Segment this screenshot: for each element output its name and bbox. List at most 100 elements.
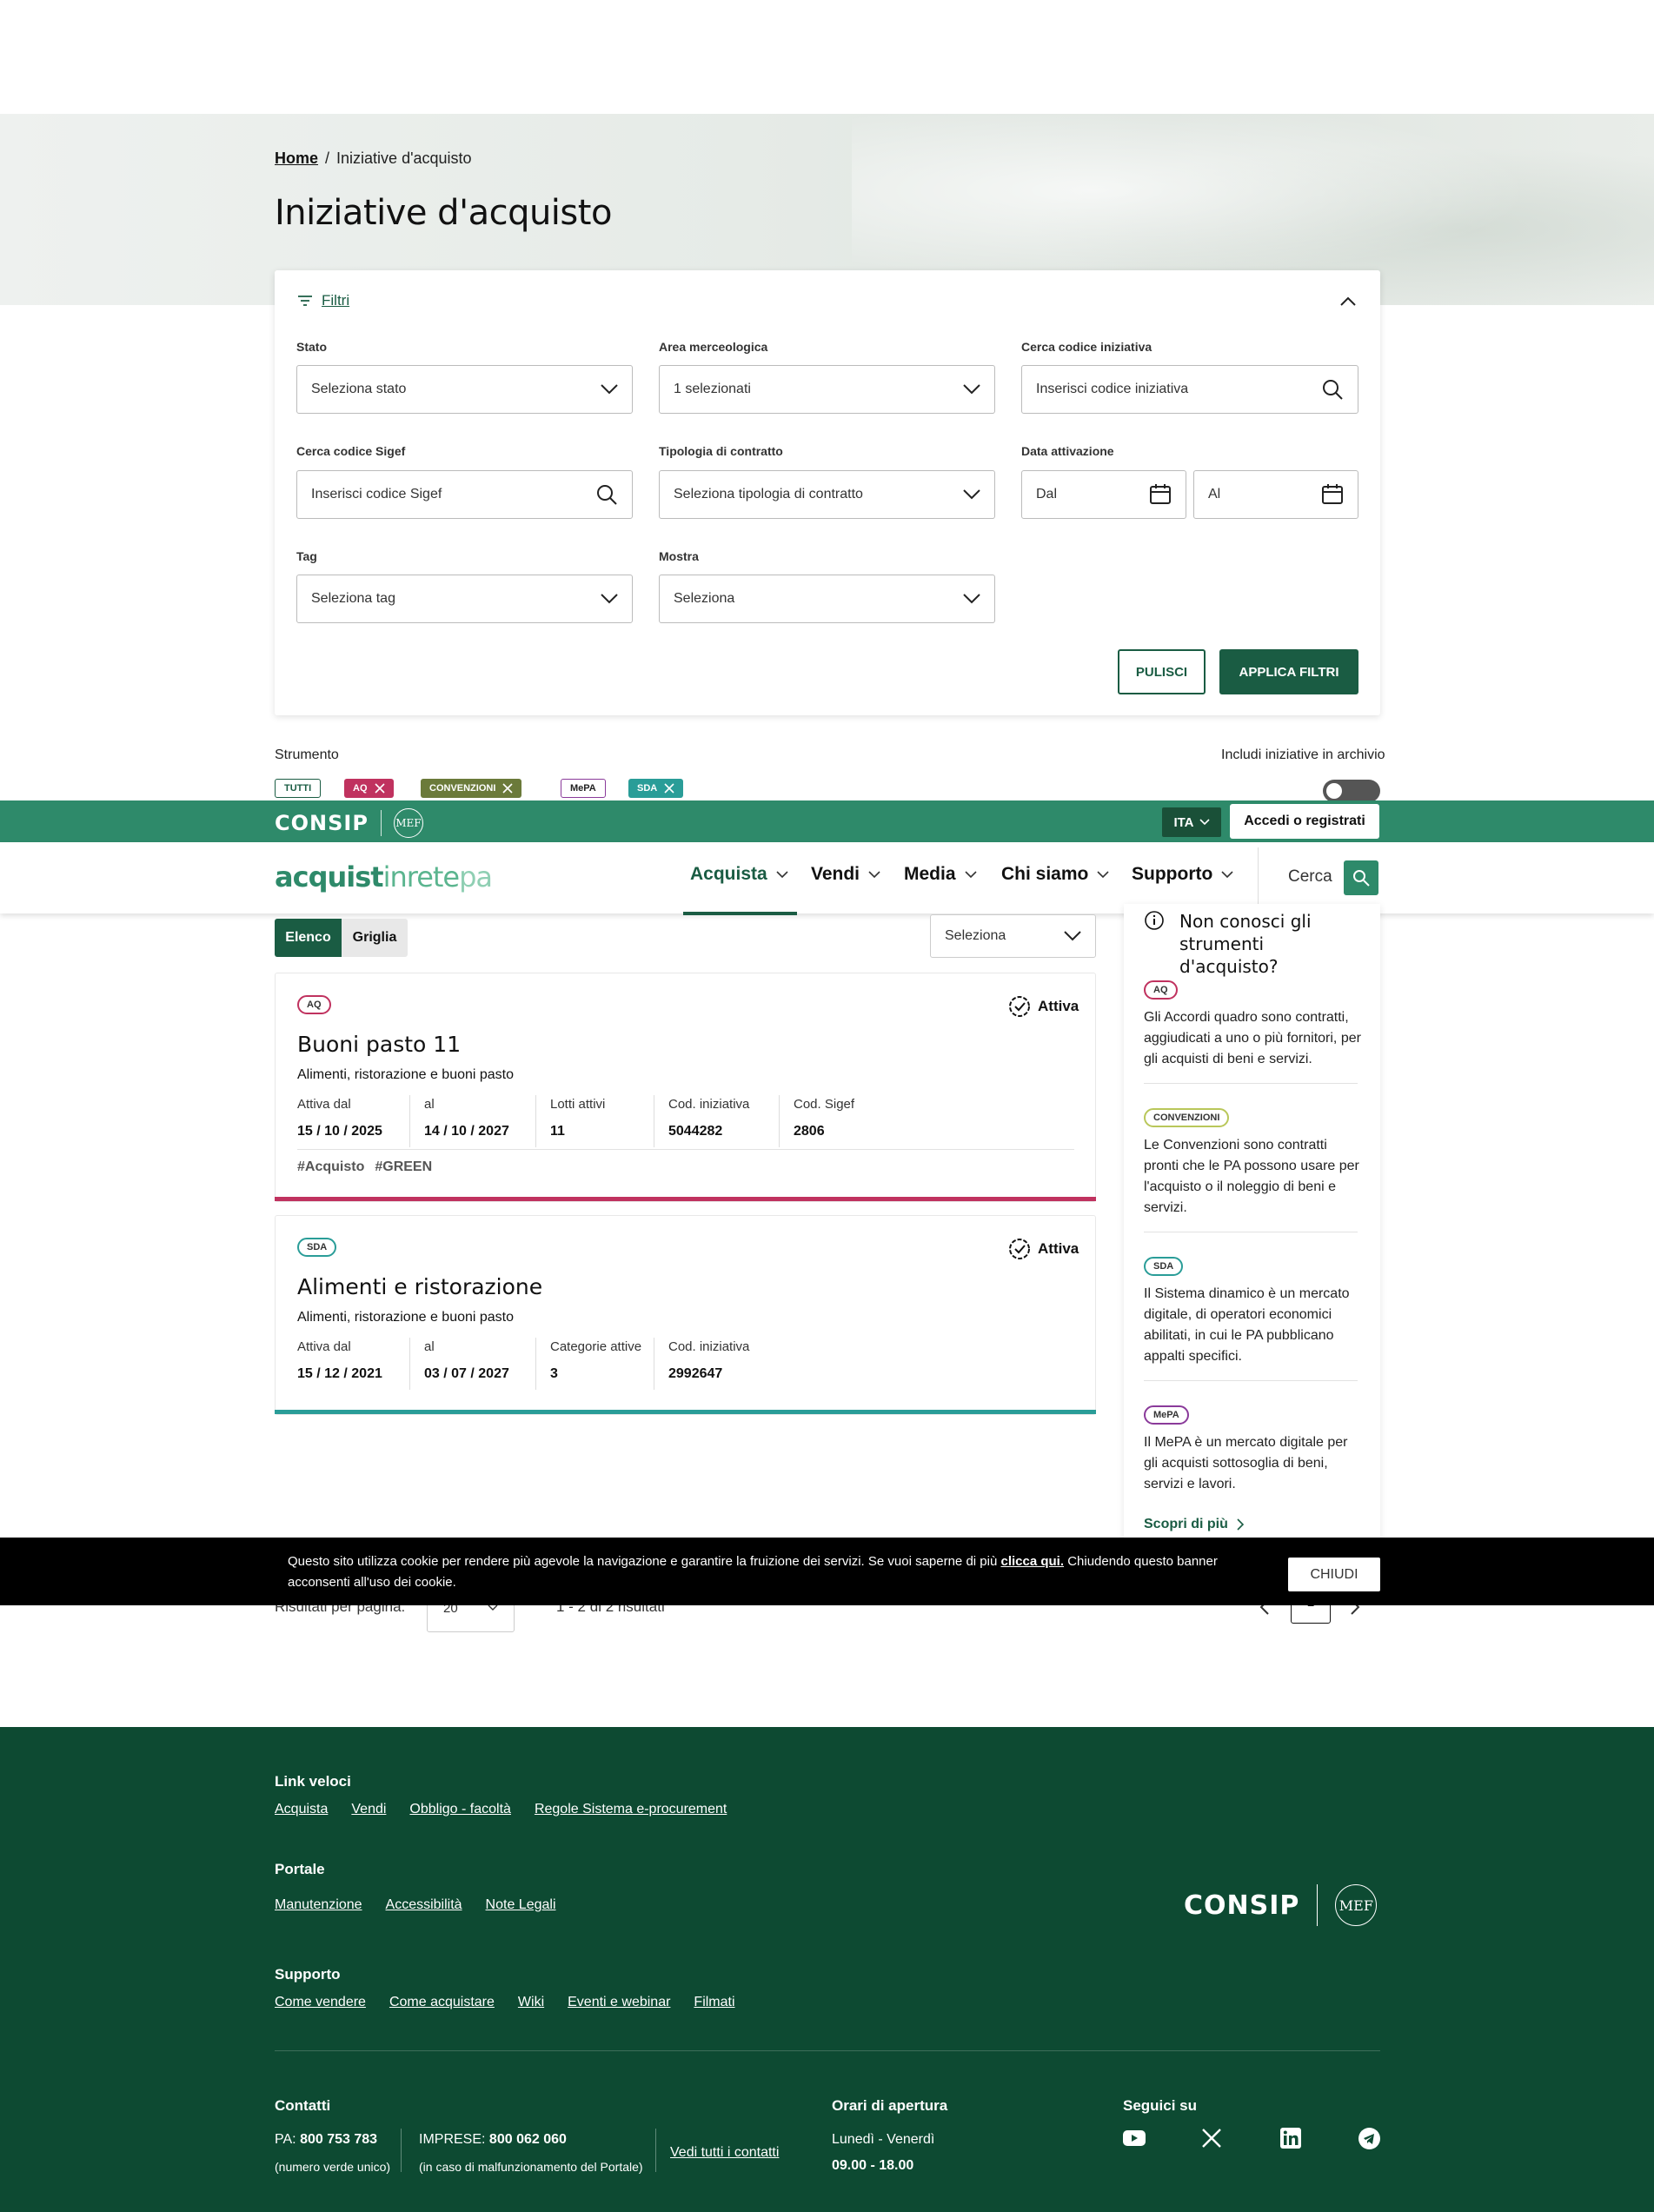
footer-hours-days: Lunedì - Venerdì [832, 2132, 935, 2147]
chip-tutti[interactable]: TUTTI [275, 779, 322, 798]
initiative-card[interactable]: AQ Attiva Buoni pasto 11 Alimenti, risto… [275, 973, 1096, 1202]
search-button[interactable] [1344, 860, 1378, 895]
chevron-right-icon [1237, 1518, 1245, 1531]
contact-pa-label: PA: [275, 2132, 296, 2147]
contact-pa-number[interactable]: 800 753 783 [300, 2132, 377, 2147]
date-from-input[interactable]: Dal [1021, 470, 1186, 519]
footer-link[interactable]: Regole Sistema e-procurement [535, 1802, 727, 1817]
tag-select[interactable]: Seleziona tag [296, 575, 633, 623]
nav-acquista[interactable]: Acquista [690, 864, 788, 885]
archive-toggle[interactable] [1323, 780, 1380, 802]
all-contacts-link[interactable]: Vedi tutti i contatti [670, 2145, 779, 2161]
login-button[interactable]: Accedi o registrati [1230, 804, 1379, 839]
chevron-down-icon [601, 384, 618, 395]
area-select[interactable]: 1 selezionati [659, 365, 995, 414]
breadcrumb-home-link[interactable]: Home [275, 149, 318, 168]
filter-icon [298, 296, 312, 306]
sidebar-badge-convenzioni: CONVENZIONI [1144, 1108, 1230, 1127]
data-label: Data attivazione [1021, 444, 1114, 458]
footer-consip-logo[interactable]: CONSIP [1184, 1890, 1299, 1921]
initiative-card[interactable]: SDA Attiva Alimenti e ristorazione Alime… [275, 1215, 1096, 1415]
chevron-up-icon[interactable] [1338, 292, 1358, 311]
discover-more-link[interactable]: Scopri di più [1144, 1517, 1245, 1532]
close-icon[interactable] [664, 783, 674, 794]
footer-link[interactable]: Come vendere [275, 1995, 366, 2010]
sidebar-badge-aq: AQ [1144, 980, 1178, 1000]
meta-label: Cod. iniziativa [668, 1339, 750, 1354]
card-accent-bar [275, 1197, 1096, 1201]
linkedin-icon[interactable] [1280, 2128, 1301, 2149]
initiative-title[interactable]: Alimenti e ristorazione [297, 1274, 542, 1299]
nav-vendi[interactable]: Vendi [811, 864, 880, 885]
chip-aq[interactable]: AQ [344, 779, 394, 798]
footer-logos: CONSIP MEF [1184, 1884, 1378, 1926]
sort-select[interactable]: Seleziona [930, 914, 1096, 958]
youtube-icon[interactable] [1123, 2129, 1146, 2147]
divider [1144, 1083, 1358, 1084]
close-icon[interactable] [374, 783, 385, 794]
acquistinretepa-logo[interactable]: acquistinretepa [275, 860, 493, 893]
initiative-title[interactable]: Buoni pasto 11 [297, 1032, 461, 1057]
tag-item[interactable]: #GREEN [375, 1159, 432, 1175]
search-icon [1353, 870, 1370, 887]
footer-link[interactable]: Vendi [351, 1802, 386, 1817]
filter-toggle[interactable]: Filtri [297, 292, 349, 309]
tipologia-value: Seleziona tipologia di contratto [674, 487, 863, 502]
footer-link[interactable]: Come acquistare [389, 1995, 495, 2010]
chevron-down-icon [1199, 819, 1210, 826]
page-title: Iniziative d'acquisto [275, 193, 612, 233]
status-badge: Attiva [1008, 1238, 1079, 1260]
nav-supporto[interactable]: Supporto [1132, 864, 1233, 885]
chip-mepa-label: MePA [570, 783, 596, 794]
status-label: Attiva [1038, 1240, 1079, 1257]
strumento-label: Strumento [275, 747, 339, 762]
nav-acquista-label: Acquista [690, 864, 767, 884]
footer-link[interactable]: Manutenzione [275, 1897, 362, 1913]
calendar-icon[interactable] [1149, 483, 1172, 506]
chevron-down-icon [1064, 931, 1081, 941]
search-icon[interactable] [1321, 378, 1344, 401]
chip-sda[interactable]: SDA [628, 779, 684, 798]
nav-supporto-label: Supporto [1132, 864, 1213, 884]
tab-griglia[interactable]: Griglia [342, 919, 408, 957]
codice-input[interactable]: Inserisci codice iniziativa [1021, 365, 1358, 414]
x-twitter-icon[interactable] [1201, 2128, 1222, 2149]
search-label[interactable]: Cerca [1288, 867, 1332, 887]
footer-link[interactable]: Eventi e webinar [568, 1995, 670, 2010]
contact-imprese-number[interactable]: 800 062 060 [489, 2132, 567, 2147]
status-badge: Attiva [1008, 995, 1079, 1018]
stato-select[interactable]: Seleziona stato [296, 365, 633, 414]
clear-filters-button[interactable]: PULISCI [1118, 649, 1206, 694]
footer-link[interactable]: Filmati [694, 1995, 734, 2010]
calendar-icon[interactable] [1321, 483, 1344, 506]
footer-link[interactable]: Accessibilità [386, 1897, 462, 1913]
mostra-label: Mostra [659, 549, 699, 563]
footer-link[interactable]: Obbligo - facoltà [409, 1802, 511, 1817]
footer-link[interactable]: Acquista [275, 1802, 328, 1817]
date-to-input[interactable]: Al [1193, 470, 1358, 519]
apply-filters-button[interactable]: APPLICA FILTRI [1219, 649, 1358, 694]
consip-logo[interactable]: CONSIP [275, 811, 369, 835]
mostra-select[interactable]: Seleziona [659, 575, 995, 623]
chip-mepa[interactable]: MePA [561, 779, 606, 798]
footer-link[interactable]: Note Legali [486, 1897, 556, 1913]
logo-divider [380, 810, 382, 836]
tab-elenco[interactable]: Elenco [275, 919, 342, 957]
cookie-link[interactable]: clicca qui. [1000, 1554, 1064, 1569]
nav-media[interactable]: Media [904, 864, 977, 885]
mef-logo[interactable]: MEF [393, 808, 423, 838]
sigef-input[interactable]: Inserisci codice Sigef [296, 470, 633, 519]
telegram-icon[interactable] [1358, 2128, 1380, 2149]
language-select[interactable]: ITA [1162, 807, 1221, 837]
search-icon[interactable] [595, 483, 618, 506]
close-icon[interactable] [502, 783, 513, 794]
nav-chi-siamo[interactable]: Chi siamo [1001, 864, 1109, 885]
chevron-down-icon [601, 594, 618, 604]
footer-mef-logo[interactable]: MEF [1335, 1884, 1378, 1926]
cookie-close-button[interactable]: CHIUDI [1288, 1558, 1380, 1591]
chip-convenzioni[interactable]: CONVENZIONI [421, 779, 522, 798]
meta-value: 15 / 12 / 2021 [297, 1366, 382, 1381]
tag-item[interactable]: #Acquisto [297, 1159, 364, 1175]
footer-link[interactable]: Wiki [518, 1995, 544, 2010]
tipologia-select[interactable]: Seleziona tipologia di contratto [659, 470, 995, 519]
